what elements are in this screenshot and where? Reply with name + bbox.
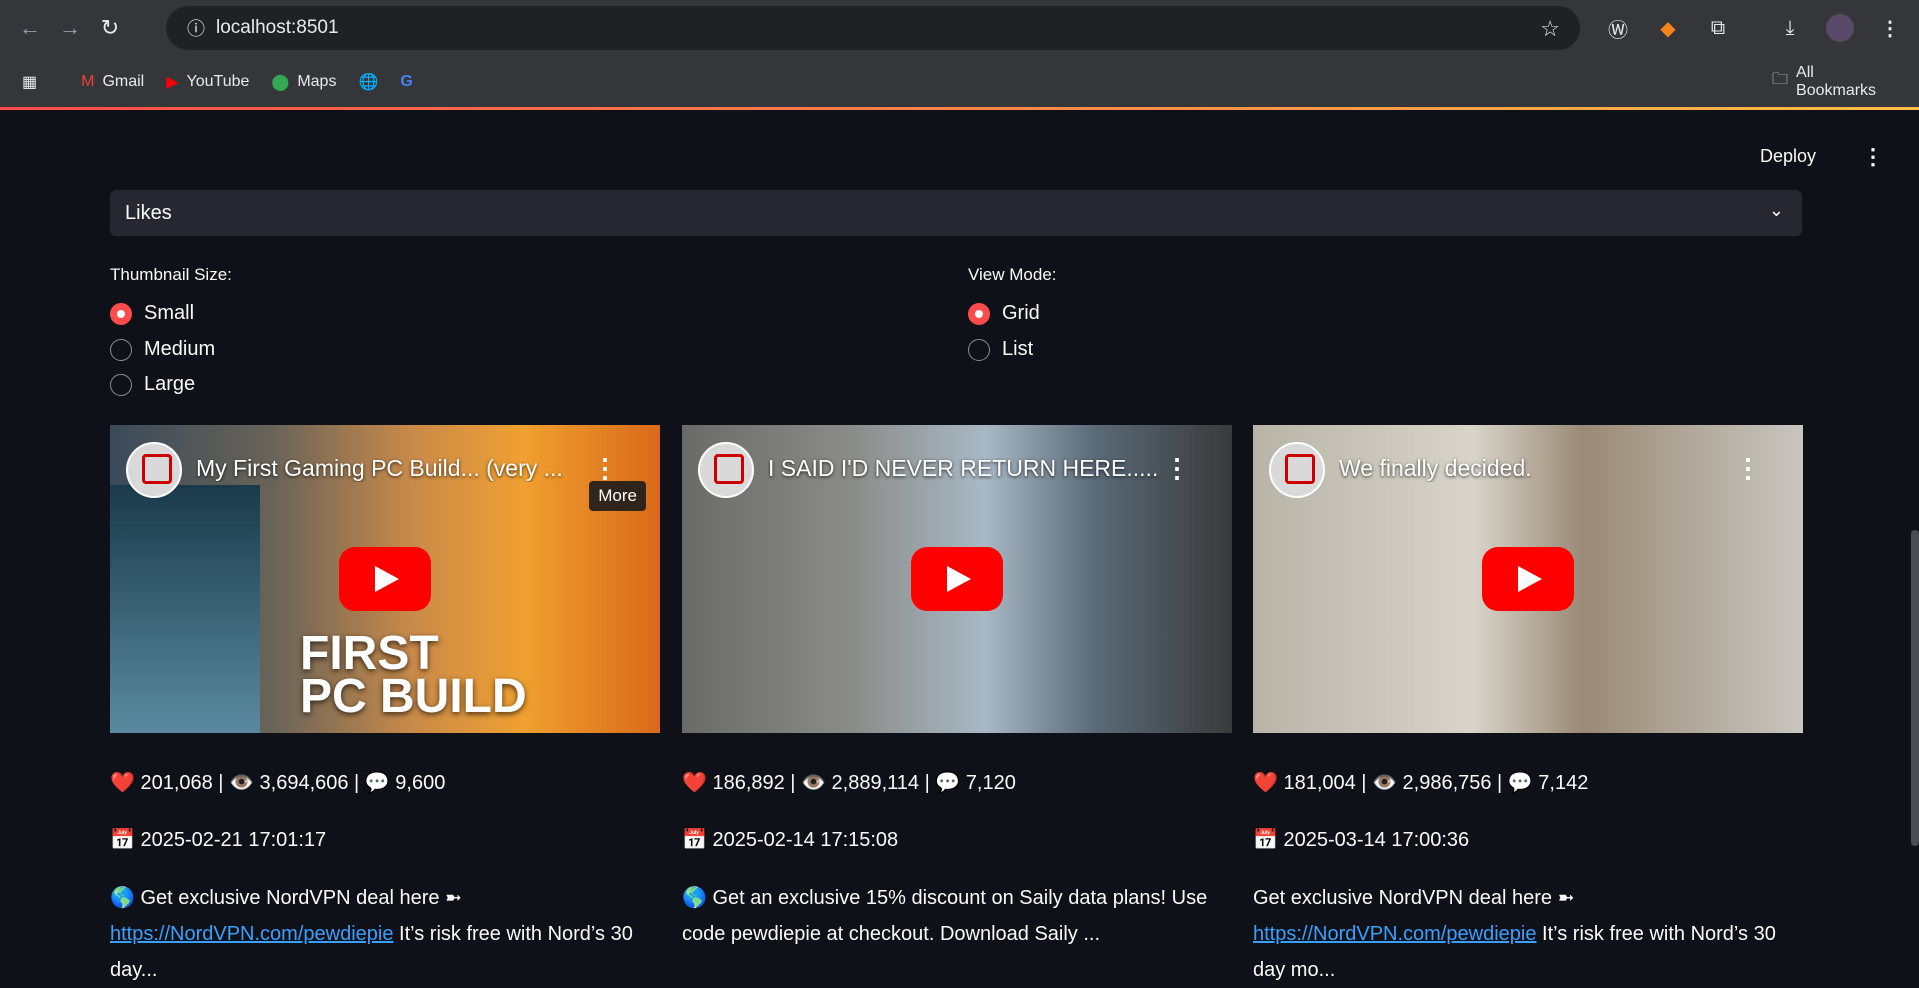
expander-label: Likes <box>125 201 172 224</box>
likes-expander[interactable]: Likes ⌄ <box>110 190 1802 236</box>
nordvpn-link[interactable]: https://NordVPN.com/pewdiepie <box>110 923 393 945</box>
bookmark-youtube[interactable]: ▶ YouTube <box>166 72 249 92</box>
view-mode-label: View Mode: <box>968 265 1057 284</box>
channel-avatar[interactable] <box>698 442 754 498</box>
video-embed-2[interactable]: I SAID I'D NEVER RETURN HERE..... ⋮ <box>682 425 1232 733</box>
play-button-icon[interactable] <box>911 547 1003 611</box>
nordvpn-link[interactable]: https://NordVPN.com/pewdiepie <box>1253 923 1536 945</box>
metamask-icon[interactable]: ◆ <box>1650 10 1686 46</box>
youtube-icon: ▶ <box>166 73 179 91</box>
video-stats: ❤️ 181,004 | 👁️ 2,986,756 | 💬 7,142 <box>1253 772 1589 794</box>
maps-pin-icon: ⬤ <box>271 73 290 91</box>
video-embed-3[interactable]: We finally decided. ⋮ <box>1253 425 1803 733</box>
forward-icon[interactable]: → <box>50 8 90 48</box>
radio-unselected-icon <box>968 338 990 361</box>
streamlit-app: Deploy ⋮ Likes ⌄ Thumbnail Size: Small M… <box>0 110 1919 981</box>
globe-icon[interactable]: 🌐 <box>358 72 378 92</box>
deploy-button[interactable]: Deploy <box>1760 146 1816 167</box>
radio-unselected-icon <box>110 373 132 396</box>
main-menu-icon[interactable]: ⋮ <box>1862 144 1884 170</box>
all-bookmarks[interactable]: 🗀 All Bookmarks <box>1772 64 1897 100</box>
video-stats: ❤️ 201,068 | 👁️ 3,694,606 | 💬 9,600 <box>110 772 446 794</box>
video-date: 📅 2025-02-21 17:01:17 <box>110 829 327 851</box>
thumbnail-overlay-text: PC BUILD <box>300 670 527 723</box>
more-tooltip: More <box>589 481 646 511</box>
video-title[interactable]: My First Gaming PC Build... (very ... <box>196 455 596 482</box>
video-title[interactable]: I SAID I'D NEVER RETURN HERE..... <box>768 455 1168 482</box>
video-description: 🌎 Get an exclusive 15% discount on Saily… <box>682 887 1208 945</box>
folder-icon: 🗀 <box>1772 71 1789 88</box>
scrollbar-thumb[interactable] <box>1911 530 1919 846</box>
video-date: 📅 2025-02-14 17:15:08 <box>682 829 899 851</box>
more-options-icon[interactable]: ⋮ <box>1164 453 1190 484</box>
url-text[interactable]: localhost:8501 <box>216 17 339 39</box>
apps-grid-icon[interactable]: ▦ <box>22 72 37 92</box>
back-icon[interactable]: ← <box>10 8 50 48</box>
play-button-icon[interactable] <box>339 547 431 611</box>
download-icon[interactable]: ⤓ <box>1772 10 1808 46</box>
bookmark-maps[interactable]: ⬤ Maps <box>271 72 336 92</box>
video-embed-1[interactable]: My First Gaming PC Build... (very ... ⋮ … <box>110 425 660 733</box>
chevron-down-icon: ⌄ <box>1768 200 1784 220</box>
bookmarks-bar: ▦ M Gmail ▶ YouTube ⬤ Maps 🌐 G 🗀 All Boo… <box>0 56 1919 107</box>
more-options-icon[interactable]: ⋮ <box>1735 453 1761 484</box>
channel-avatar[interactable] <box>126 442 182 498</box>
extension-w-icon[interactable]: Ⓦ <box>1600 10 1636 46</box>
radio-medium[interactable]: Medium <box>110 338 215 361</box>
radio-grid[interactable]: Grid <box>968 302 1040 325</box>
site-info-icon[interactable]: ⓘ <box>176 15 216 41</box>
bookmark-star-icon[interactable]: ☆ <box>1540 16 1560 42</box>
address-bar[interactable]: ⓘ localhost:8501 ☆ <box>166 6 1580 50</box>
radio-list[interactable]: List <box>968 338 1033 361</box>
profile-avatar[interactable] <box>1822 10 1858 46</box>
thumbnail-size-label: Thumbnail Size: <box>110 265 232 284</box>
radio-small[interactable]: Small <box>110 302 194 325</box>
chrome-menu-icon[interactable]: ⋮ <box>1872 10 1908 46</box>
play-button-icon[interactable] <box>1482 547 1574 611</box>
radio-selected-icon <box>968 302 990 325</box>
more-options-icon[interactable]: ⋮ <box>592 453 618 484</box>
extensions-puzzle-icon[interactable]: ⧉ <box>1700 10 1736 46</box>
video-stats: ❤️ 186,892 | 👁️ 2,889,114 | 💬 7,120 <box>682 772 1016 794</box>
bookmark-gmail[interactable]: M Gmail <box>81 73 144 91</box>
google-icon[interactable]: G <box>400 73 412 91</box>
gmail-icon: M <box>81 72 95 90</box>
reload-icon[interactable]: ↻ <box>90 8 130 48</box>
channel-avatar[interactable] <box>1269 442 1325 498</box>
video-title[interactable]: We finally decided. <box>1339 455 1739 482</box>
video-date: 📅 2025-03-14 17:00:36 <box>1253 829 1470 851</box>
radio-selected-icon <box>110 302 132 325</box>
browser-toolbar: ← → ↻ ⓘ localhost:8501 ☆ Ⓦ ◆ ⧉ ⤓ ⋮ <box>0 0 1919 56</box>
radio-unselected-icon <box>110 338 132 361</box>
radio-large[interactable]: Large <box>110 373 195 396</box>
